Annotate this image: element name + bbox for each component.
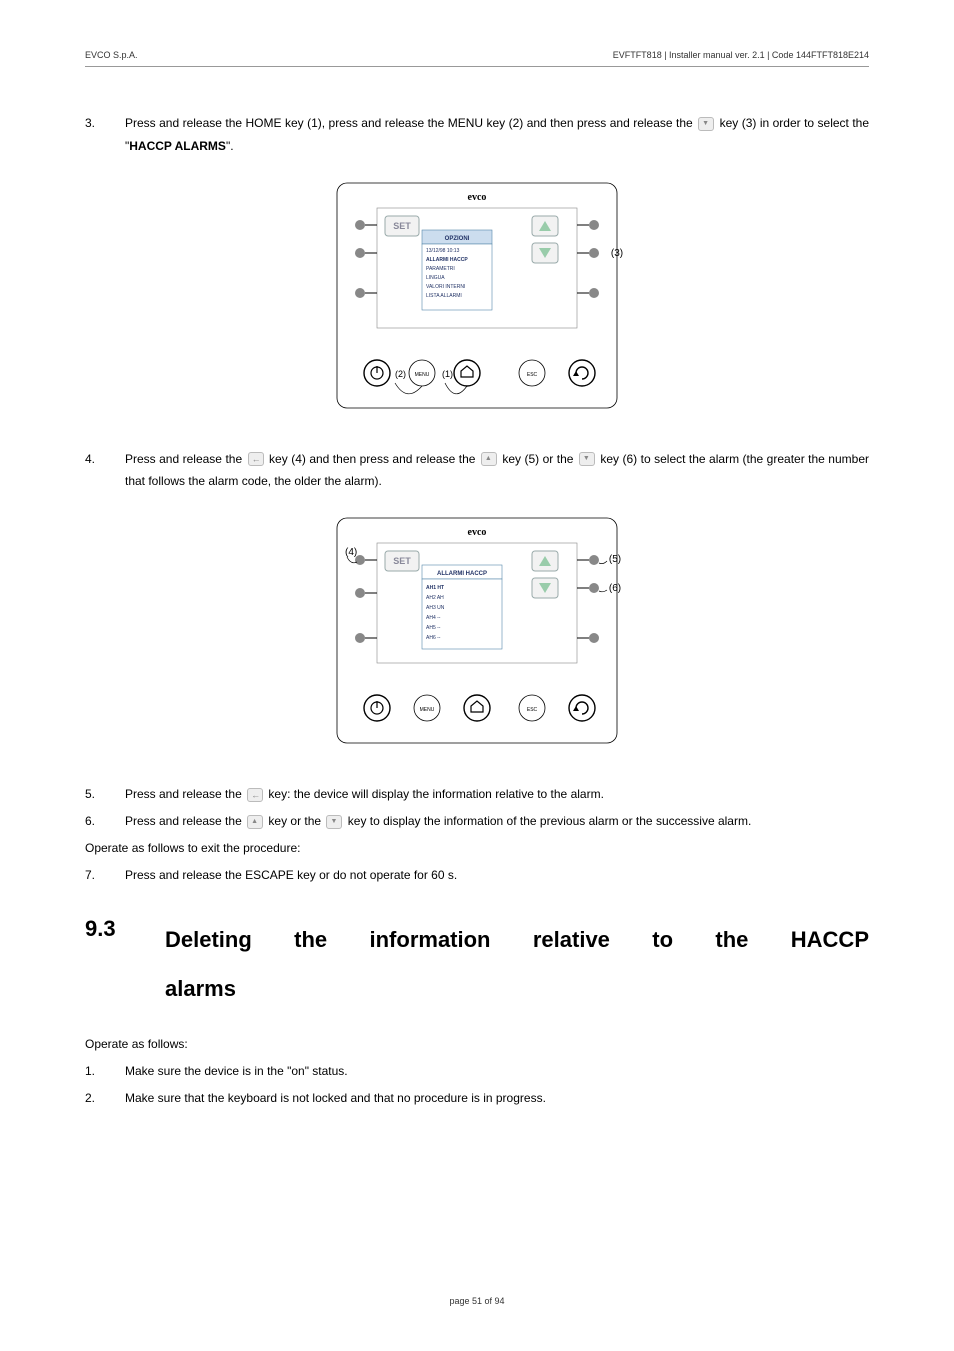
up-key-icon [247, 815, 263, 829]
svg-text:(1): (1) [442, 369, 453, 379]
step-number: 7. [85, 864, 125, 887]
svg-text:ALLARMI HACCP: ALLARMI HACCP [426, 257, 468, 263]
svg-text:LINGUA: LINGUA [426, 275, 445, 281]
header-left: EVCO S.p.A. [85, 50, 138, 60]
down-key-icon [579, 452, 595, 466]
step-number: 1. [85, 1060, 125, 1083]
svg-text:MENU: MENU [415, 372, 430, 378]
step-7: 7. Press and release the ESCAPE key or d… [85, 864, 869, 887]
step-number: 6. [85, 810, 125, 833]
left-key-icon [247, 788, 263, 802]
device-illustration-1: evco SET OPZIONI 13/12/98 10:13 ALLARMI … [327, 178, 627, 418]
svg-text:AH3 UN: AH3 UN [426, 605, 445, 611]
step-text: Press and release the key: the device wi… [125, 783, 869, 806]
step-3: 3. Press and release the HOME key (1), p… [85, 112, 869, 158]
svg-text:ALLARMI HACCP: ALLARMI HACCP [437, 571, 487, 577]
svg-text:MENU: MENU [420, 707, 435, 713]
step-6: 6. Press and release the key or the key … [85, 810, 869, 833]
svg-text:AH1 HT: AH1 HT [426, 585, 444, 591]
svg-text:SET: SET [393, 556, 411, 566]
exit-intro: Operate as follows to exit the procedure… [85, 837, 869, 860]
section-title: Deleting the information relative to the… [165, 916, 869, 1013]
svg-text:LISTA ALLARMI: LISTA ALLARMI [426, 293, 462, 299]
page-header: EVCO S.p.A. EVFTFT818 | Installer manual… [85, 50, 869, 67]
page-footer: page 51 of 94 [0, 1296, 954, 1306]
svg-text:VALORI INTERNI: VALORI INTERNI [426, 284, 465, 290]
step-9-3-2: 2. Make sure that the keyboard is not lo… [85, 1087, 869, 1110]
svg-text:SET: SET [393, 221, 411, 231]
svg-text:evco: evco [468, 527, 487, 538]
step-text: Make sure that the keyboard is not locke… [125, 1087, 869, 1110]
step-9-3-1: 1. Make sure the device is in the "on" s… [85, 1060, 869, 1083]
step-text: Press and release the key (4) and then p… [125, 448, 869, 494]
step-text: Press and release the key or the key to … [125, 810, 869, 833]
operate-intro: Operate as follows: [85, 1033, 869, 1056]
up-key-icon [481, 452, 497, 466]
svg-text:13/12/98 10:13: 13/12/98 10:13 [426, 248, 460, 254]
step-4: 4. Press and release the key (4) and the… [85, 448, 869, 494]
step-text: Make sure the device is in the "on" stat… [125, 1060, 869, 1083]
svg-text:(4): (4) [345, 547, 357, 558]
step-number: 2. [85, 1087, 125, 1110]
section-number: 9.3 [85, 916, 165, 1013]
svg-text:AH5 --: AH5 -- [426, 625, 441, 631]
svg-text:(6): (6) [609, 583, 621, 594]
step-number: 4. [85, 448, 125, 471]
header-right: EVFTFT818 | Installer manual ver. 2.1 | … [613, 50, 869, 60]
svg-text:AH6 --: AH6 -- [426, 635, 441, 641]
svg-text:OPZIONI: OPZIONI [445, 236, 470, 242]
device-illustration-2: evco SET ALLARMI HACCP AH1 HT AH2 AH AH3… [327, 513, 627, 753]
down-key-icon [326, 815, 342, 829]
svg-text:PARAMETRI: PARAMETRI [426, 266, 455, 272]
figure-1-container: evco SET OPZIONI 13/12/98 10:13 ALLARMI … [85, 178, 869, 418]
svg-text:(3): (3) [611, 248, 623, 259]
svg-text:AH4 --: AH4 -- [426, 615, 441, 621]
svg-text:(2): (2) [395, 369, 406, 379]
figure-2-container: evco SET ALLARMI HACCP AH1 HT AH2 AH AH3… [85, 513, 869, 753]
svg-text:AH2 AH: AH2 AH [426, 595, 444, 601]
svg-text:(5): (5) [609, 554, 621, 565]
section-heading-9-3: 9.3 Deleting the information relative to… [85, 916, 869, 1013]
step-text: Press and release the HOME key (1), pres… [125, 112, 869, 158]
step-number: 3. [85, 112, 125, 135]
svg-text:ESC: ESC [527, 372, 538, 378]
left-key-icon [248, 452, 264, 466]
step-text: Press and release the ESCAPE key or do n… [125, 864, 869, 887]
svg-text:ESC: ESC [527, 707, 538, 713]
down-key-icon [698, 117, 714, 131]
svg-text:evco: evco [468, 192, 487, 203]
step-number: 5. [85, 783, 125, 806]
step-5: 5. Press and release the key: the device… [85, 783, 869, 806]
